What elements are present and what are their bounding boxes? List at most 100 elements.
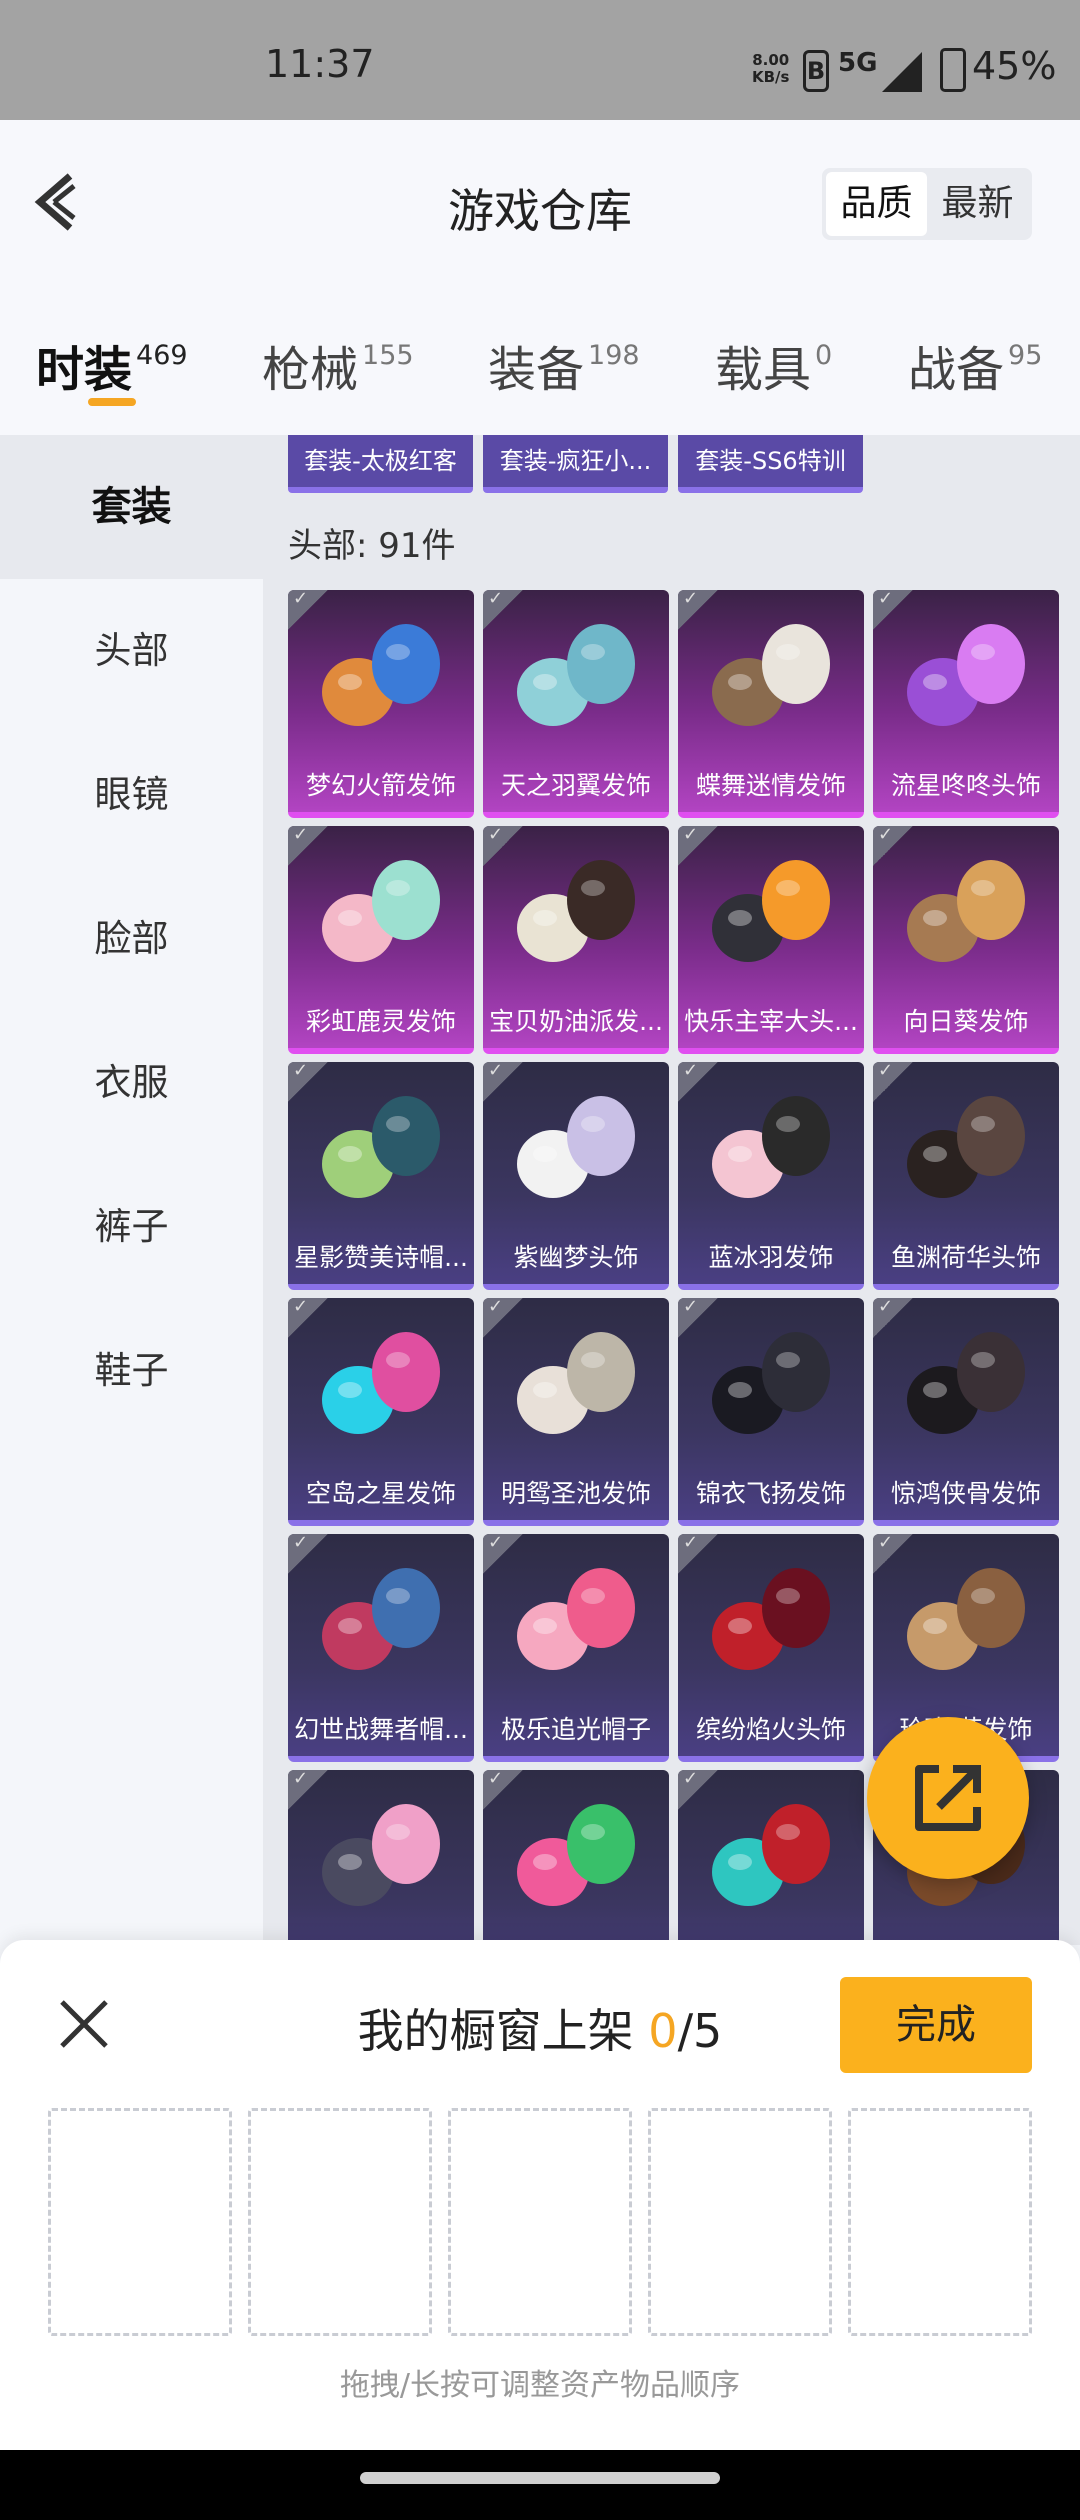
item-card[interactable] [483,1770,669,1945]
item-card[interactable]: 明鸳圣池发饰 [483,1298,669,1526]
item-card[interactable]: 惊鸿侠骨发饰 [873,1298,1059,1526]
tab-label: 装备 [488,342,585,398]
signal-icon [882,52,922,92]
item-card[interactable]: 天之羽翼发饰 [483,590,669,818]
item-thumbnail-icon [517,860,635,962]
item-thumbnail-icon [517,1332,635,1434]
item-card[interactable] [288,1770,474,1945]
item-thumbnail-icon [322,1804,440,1906]
section-title: 头部: 91件 [288,526,456,566]
network-type: 5G [838,48,878,78]
item-card[interactable]: 宝贝奶油派发... [483,826,669,1054]
item-card[interactable]: 空岛之星发饰 [288,1298,474,1526]
item-name: 梦幻火箭发饰 [305,771,456,800]
item-name: 蓝冰羽发饰 [708,1243,834,1272]
tab-fashion[interactable]: 时装 469 [36,330,188,400]
item-card[interactable]: 极乐追光帽子 [483,1534,669,1762]
showcase-slot[interactable] [248,2108,432,2336]
item-card[interactable]: 蓝冰羽发饰 [678,1062,864,1290]
tab-equipment[interactable]: 装备 198 [488,330,640,400]
item-thumbnail-icon [322,1568,440,1670]
status-bar: 11:37 8.00 KB/s B 5G 45% [0,0,1080,120]
share-icon [915,1765,981,1831]
item-card[interactable]: 紫幽梦头饰 [483,1062,669,1290]
sidebar-item-glasses[interactable]: 眼镜 [0,723,263,867]
item-thumbnail-icon [517,1096,635,1198]
tab-count: 469 [136,340,188,371]
item-thumbnail-icon [907,1332,1025,1434]
item-thumbnail-icon [322,624,440,726]
item-card[interactable]: 鱼渊荷华头饰 [873,1062,1059,1290]
item-card[interactable]: 彩虹鹿灵发饰 [288,826,474,1054]
sidebar: 套装 头部 眼镜 脸部 衣服 裤子 鞋子 [0,435,263,1945]
tab-supplies[interactable]: 战备 95 [908,330,1042,400]
showcase-total-count: /5 [677,2004,723,2058]
showcase-slot[interactable] [48,2108,232,2336]
item-name: 向日葵发饰 [903,1007,1029,1036]
tab-count: 155 [362,340,414,371]
app-header: 游戏仓库 品质 最新 [0,120,1080,280]
tab-vehicles[interactable]: 载具 0 [715,330,832,400]
suit-tag[interactable]: 套装-太极红客 [288,435,473,493]
item-name: 彩虹鹿灵发饰 [305,1007,456,1036]
item-name: 空岛之星发饰 [305,1479,456,1508]
sort-newest-button[interactable]: 最新 [927,172,1028,236]
item-thumbnail-icon [517,624,635,726]
item-thumbnail-icon [907,624,1025,726]
item-thumbnail-icon [712,1332,830,1434]
navigation-bar [0,2450,1080,2520]
item-card[interactable] [678,1770,864,1945]
suit-tag[interactable]: 套装-SS6特训 [678,435,863,493]
item-card[interactable]: 快乐主宰大头... [678,826,864,1054]
showcase-slot[interactable] [448,2108,632,2336]
speed-unit: KB/s [752,68,790,86]
sidebar-item-suit[interactable]: 套装 [0,435,263,579]
sidebar-item-shoes[interactable]: 鞋子 [0,1299,263,1443]
item-name: 快乐主宰大头... [684,1007,858,1036]
speed-value: 8.00 [752,51,790,69]
battery-icon [940,48,966,92]
suit-tag[interactable]: 套装-疯狂小... [483,435,668,493]
tab-label: 战备 [908,342,1005,398]
item-thumbnail-icon [712,1804,830,1906]
sidebar-item-head[interactable]: 头部 [0,579,263,723]
showcase-slot[interactable] [648,2108,832,2336]
item-thumbnail-icon [517,1804,635,1906]
item-card[interactable]: 锦衣飞扬发饰 [678,1298,864,1526]
item-thumbnail-icon [712,1568,830,1670]
item-name: 天之羽翼发饰 [500,771,651,800]
item-thumbnail-icon [322,1096,440,1198]
item-card[interactable]: 流星咚咚头饰 [873,590,1059,818]
item-thumbnail-icon [907,1568,1025,1670]
share-button[interactable] [867,1717,1029,1879]
item-card[interactable]: 梦幻火箭发饰 [288,590,474,818]
item-thumbnail-icon [517,1568,635,1670]
item-card[interactable]: 蝶舞迷情发饰 [678,590,864,818]
sidebar-item-face[interactable]: 脸部 [0,867,263,1011]
tab-count: 198 [588,340,640,371]
sidebar-item-clothes[interactable]: 衣服 [0,1011,263,1155]
showcase-title-text: 我的橱窗上架 [357,2004,649,2058]
item-name: 锦衣飞扬发饰 [695,1479,846,1508]
home-handle[interactable] [360,2472,720,2484]
active-tab-indicator [88,398,136,406]
tab-guns[interactable]: 枪械 155 [262,330,414,400]
item-thumbnail-icon [322,860,440,962]
item-card[interactable]: 星影赞美诗帽... [288,1062,474,1290]
item-thumbnail-icon [322,1332,440,1434]
item-name: 惊鸿侠骨发饰 [890,1479,1041,1508]
item-card[interactable]: 向日葵发饰 [873,826,1059,1054]
item-thumbnail-icon [907,860,1025,962]
item-name: 紫幽梦头饰 [513,1243,639,1272]
item-name: 幻世战舞者帽... [294,1715,468,1744]
sort-quality-button[interactable]: 品质 [826,172,927,236]
showcase-slot[interactable] [848,2108,1032,2336]
bluetooth-icon: B [803,50,829,92]
tab-count: 0 [815,340,833,371]
item-card[interactable]: 缤纷焰火头饰 [678,1534,864,1762]
item-name: 蝶舞迷情发饰 [695,771,846,800]
item-card[interactable]: 幻世战舞者帽... [288,1534,474,1762]
item-name: 流星咚咚头饰 [890,771,1041,800]
done-button[interactable]: 完成 [840,1977,1032,2073]
sidebar-item-pants[interactable]: 裤子 [0,1155,263,1299]
